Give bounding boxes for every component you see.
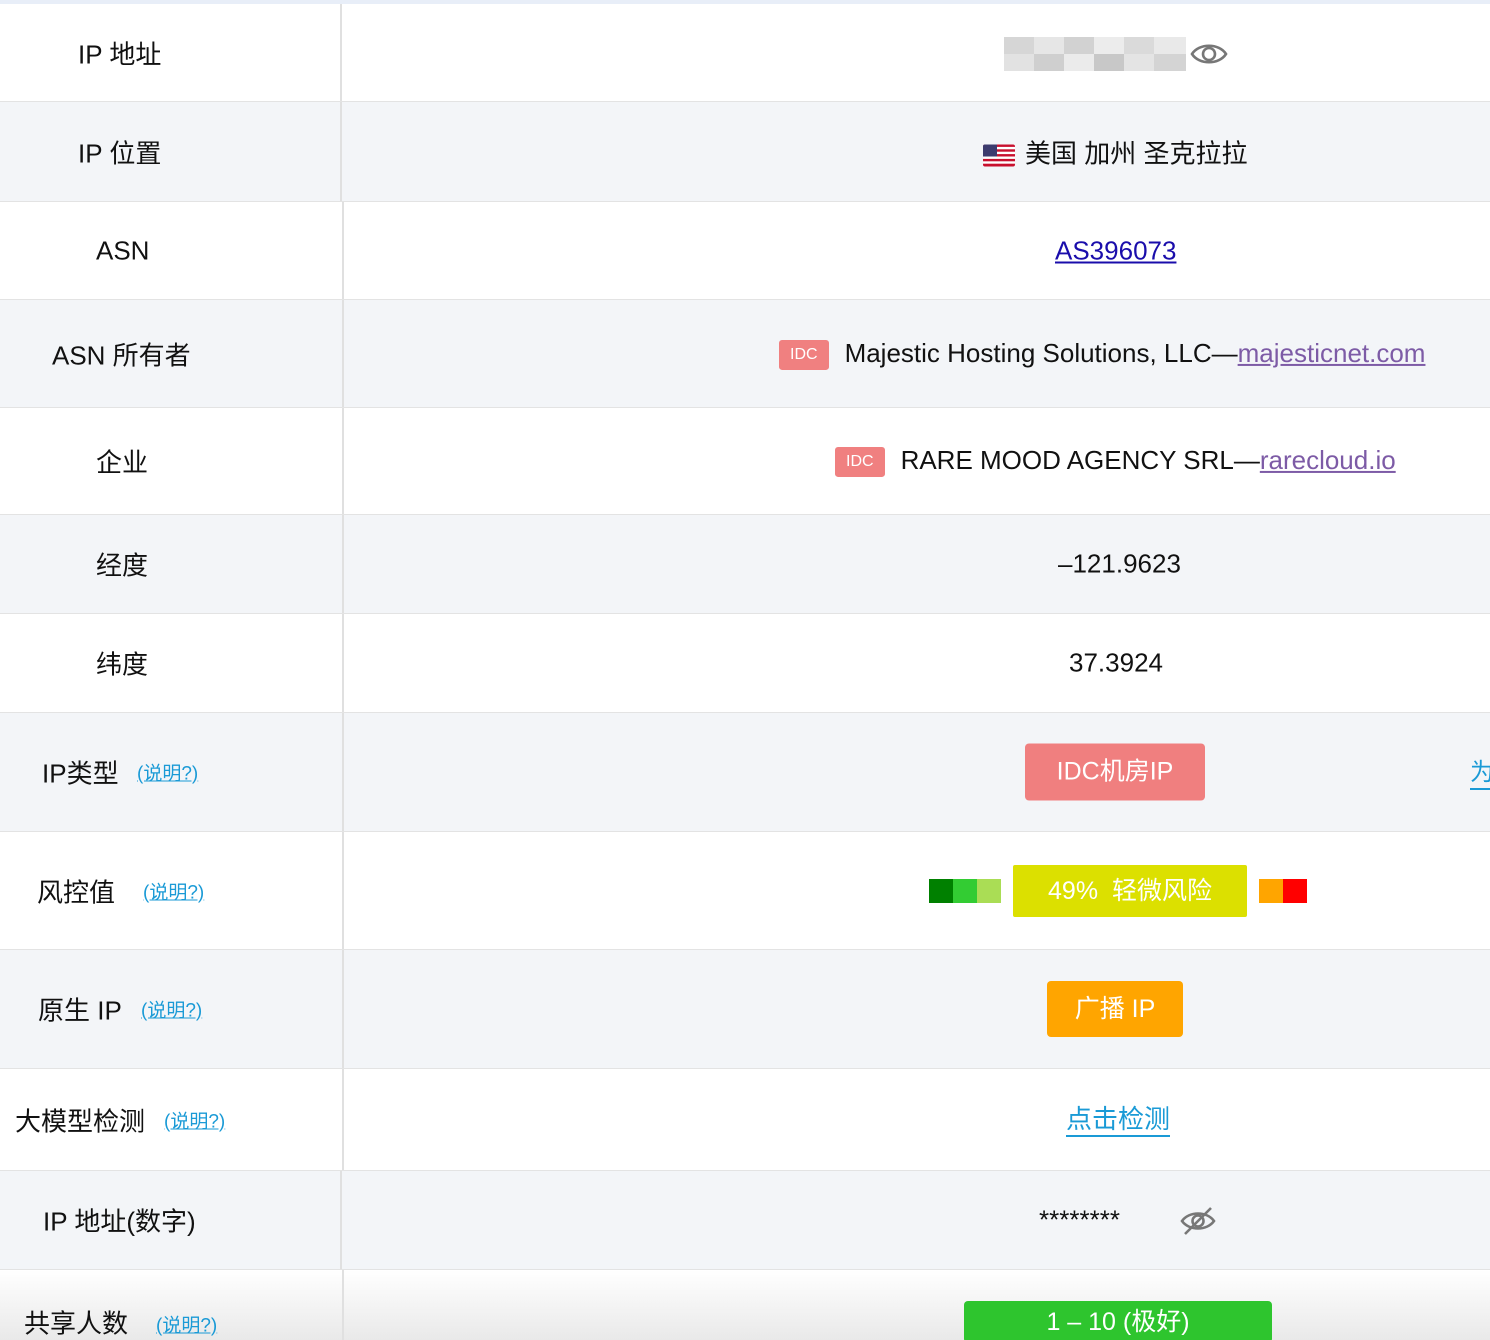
row-label: 纬度 [96, 649, 149, 680]
row-label: 经度 [96, 550, 149, 581]
help-link[interactable]: (说明?) [141, 996, 202, 1023]
risk-scale-segment [977, 878, 1001, 903]
label-cell: IP 地址 [0, 4, 342, 101]
row-label: IP类型 [42, 758, 119, 789]
label-cell: 风控值 (说明?) [0, 832, 344, 949]
company-link[interactable]: rarecloud.io [1260, 445, 1396, 475]
label-cell: ASN [0, 202, 344, 299]
row-label: 企业 [96, 447, 149, 478]
row-label: ASN [96, 235, 150, 265]
row-asn: ASN AS396073 [0, 202, 1490, 300]
help-link[interactable]: (说明?) [143, 877, 204, 904]
row-label: 大模型检测 [15, 1106, 146, 1136]
label-cell: 大模型检测 (说明?) [0, 1069, 344, 1170]
location-value: 美国 加州 圣克拉拉 [983, 133, 1247, 170]
asn-owner-value: IDC Majestic Hosting Solutions, LLC—majes… [779, 337, 1426, 370]
label-cell: 纬度 [0, 614, 344, 712]
label-cell: 经度 [0, 515, 344, 613]
asn-owner-link[interactable]: majesticnet.com [1238, 337, 1426, 367]
row-label: IP 位置 [78, 138, 162, 168]
row-label: ASN 所有者 [52, 340, 191, 370]
row-ip-numeric: IP 地址(数字) ******** [0, 1171, 1490, 1270]
row-label: 共享人数 [24, 1308, 129, 1339]
eye-off-icon[interactable] [1180, 1205, 1216, 1237]
idc-badge: IDC [835, 447, 885, 478]
risk-scale-segment [953, 878, 977, 903]
latitude-value: 37.3924 [1069, 647, 1163, 678]
location-text: 美国 加州 圣克拉拉 [1025, 138, 1248, 168]
label-cell: 共享人数 (说明?) [0, 1270, 344, 1340]
eye-icon[interactable] [1190, 40, 1228, 68]
row-label: IP 地址 [78, 39, 162, 69]
row-latitude: 纬度 37.3924 [0, 614, 1490, 713]
risk-scale-segment [1259, 878, 1283, 903]
row-shared-users: 共享人数 (说明?) 1 – 10 (极好) [0, 1270, 1490, 1340]
row-ip-type: IP类型 (说明?) IDC机房IP [0, 713, 1490, 832]
native-ip-badge: 广播 IP [1047, 981, 1183, 1037]
label-cell: IP 地址(数字) [0, 1171, 342, 1269]
us-flag-icon [983, 144, 1015, 167]
row-longitude: 经度 –121.9623 [0, 515, 1490, 614]
risk-score-badge: 49% 轻微风险 [1013, 864, 1247, 917]
row-company: 企业 IDC RARE MOOD AGENCY SRL—rarecloud.io [0, 408, 1490, 515]
row-asn-owner: ASN 所有者 IDC Majestic Hosting Solutions, L… [0, 300, 1490, 408]
longitude-value: –121.9623 [1058, 548, 1181, 579]
side-link[interactable]: 为 [1470, 758, 1490, 790]
ip-address-masked [1004, 37, 1186, 71]
help-link[interactable]: (说明?) [137, 759, 198, 786]
row-label: 风控值 [37, 877, 116, 907]
label-cell: ASN 所有者 [0, 300, 344, 407]
risk-scale-segment [1283, 878, 1307, 903]
row-ip-location: IP 位置 美国 加州 圣克拉拉 [0, 102, 1490, 202]
row-label: IP 地址(数字) [43, 1206, 196, 1237]
row-llm-detection: 大模型检测 (说明?) 点击检测 [0, 1069, 1490, 1171]
ip-type-badge: IDC机房IP [1025, 743, 1205, 801]
asn-link[interactable]: AS396073 [1055, 235, 1176, 266]
shared-users-badge: 1 – 10 (极好) [964, 1301, 1272, 1340]
risk-scale-segment [929, 878, 953, 903]
detect-link[interactable]: 点击检测 [1066, 1103, 1171, 1137]
idc-badge: IDC [779, 339, 829, 370]
help-link[interactable]: (说明?) [156, 1311, 217, 1338]
row-label: 原生 IP [38, 995, 122, 1026]
company-name: RARE MOOD AGENCY SRL— [900, 444, 1260, 475]
label-cell: IP 位置 [0, 102, 342, 201]
company-value: IDC RARE MOOD AGENCY SRL—rarecloud.io [835, 444, 1396, 478]
asn-owner-name: Majestic Hosting Solutions, LLC— [844, 337, 1238, 368]
label-cell: 企业 [0, 408, 344, 514]
row-ip-address: IP 地址 [0, 4, 1490, 102]
help-link[interactable]: (说明?) [164, 1106, 225, 1133]
label-cell: IP类型 (说明?) [0, 713, 344, 831]
row-native-ip: 原生 IP (说明?) 广播 IP [0, 950, 1490, 1069]
ip-numeric-masked: ******** [1039, 1204, 1120, 1235]
row-risk-score: 风控值 (说明?) 49% 轻微风险 [0, 832, 1490, 950]
label-cell: 原生 IP (说明?) [0, 950, 344, 1068]
